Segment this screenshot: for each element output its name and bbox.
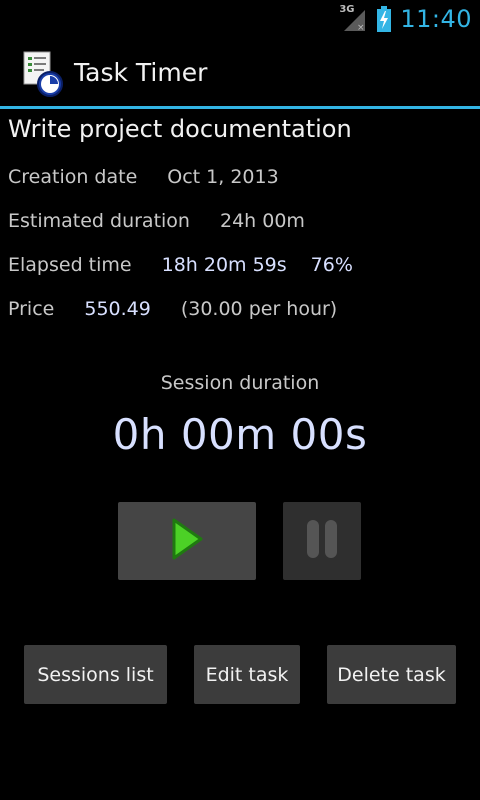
pause-button[interactable] (283, 502, 361, 580)
estimated-duration-label: Estimated duration (8, 210, 190, 232)
svg-text:×: × (357, 23, 365, 32)
task-timer-app-icon (20, 50, 66, 98)
price-row: Price 550.49 (30.00 per hour) (8, 298, 337, 320)
session-duration-value: 0h 00m 00s (112, 410, 368, 459)
action-bar: Task Timer (0, 38, 480, 106)
price-label: Price (8, 298, 55, 320)
pause-icon (304, 517, 340, 565)
play-icon (170, 517, 204, 565)
edit-task-button[interactable]: Edit task (194, 645, 300, 704)
creation-date-value: Oct 1, 2013 (167, 166, 279, 188)
elapsed-time-label: Elapsed time (8, 254, 132, 276)
elapsed-time-row: Elapsed time 18h 20m 59s 76% (8, 254, 353, 276)
session-duration-label: Session duration (160, 372, 320, 394)
sessions-list-button[interactable]: Sessions list (24, 645, 167, 704)
play-button[interactable] (118, 502, 256, 580)
signal-icon: 3G × (339, 4, 366, 32)
estimated-duration-row: Estimated duration 24h 00m (8, 210, 305, 232)
elapsed-percent: 76% (310, 254, 353, 276)
delete-task-button[interactable]: Delete task (327, 645, 456, 704)
estimated-duration-value: 24h 00m (219, 210, 305, 232)
status-clock: 11:40 (400, 5, 472, 33)
app-title: Task Timer (74, 58, 208, 87)
battery-charging-icon (376, 6, 392, 32)
creation-date-label: Creation date (8, 166, 138, 188)
elapsed-time-value: 18h 20m 59s (161, 254, 287, 276)
status-icons: 3G × 11:40 (339, 4, 472, 34)
price-value: 550.49 (84, 298, 151, 320)
price-rate: (30.00 per hour) (180, 298, 338, 320)
task-name: Write project documentation (8, 115, 352, 143)
creation-date-row: Creation date Oct 1, 2013 (8, 166, 279, 188)
status-bar: 3G × 11:40 (0, 0, 480, 38)
action-bar-divider (0, 106, 480, 109)
